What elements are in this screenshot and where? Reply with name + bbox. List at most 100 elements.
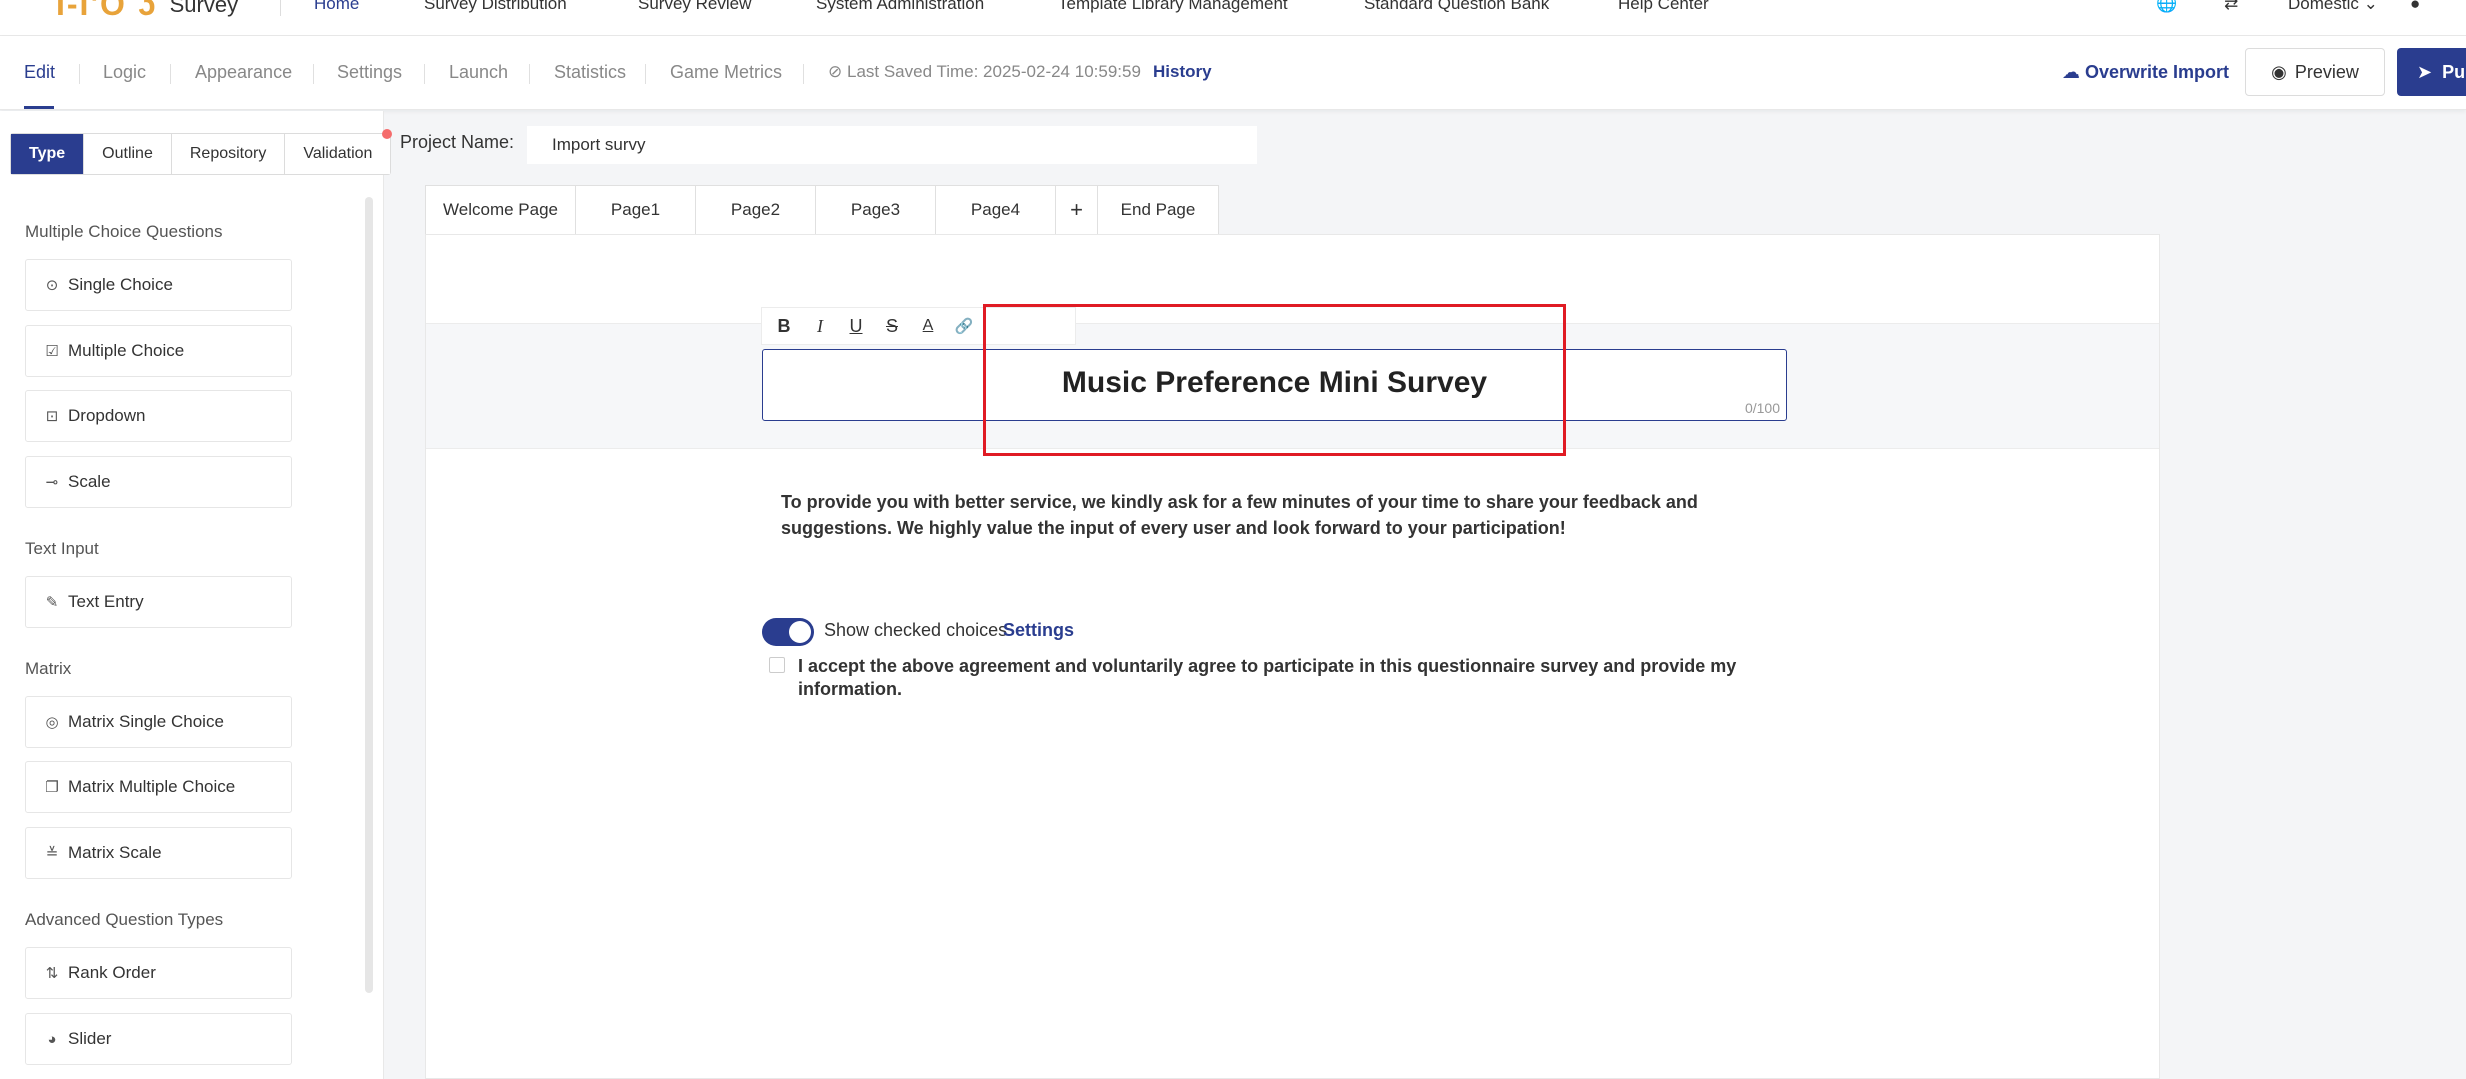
divider [313,64,314,84]
sidebar-item-text-entry[interactable]: ✎ Text Entry [25,576,292,628]
sidebar-item-label: Matrix Multiple Choice [68,777,236,796]
agreement-checkbox[interactable] [769,657,785,673]
preview-button[interactable]: ◉ Preview [2245,48,2385,96]
history-link[interactable]: History [1153,62,1212,82]
sidebar-tab-repository[interactable]: Repository [171,134,286,174]
group-title-multiple-choice: Multiple Choice Questions [25,222,223,241]
eye-icon: ◉ [2271,61,2287,82]
nav-system-administration[interactable]: System Administration [816,0,984,14]
sidebar-item-dropdown[interactable]: ⊡ Dropdown [25,390,292,442]
sidebar-item-single-choice[interactable]: ⊙ Single Choice [25,259,292,311]
region-select[interactable]: Domestic ⌄ [2288,0,2378,14]
sidebar-item-label: Scale [68,472,111,491]
project-name-input[interactable]: Import survy [527,126,1257,164]
tab-edit[interactable]: Edit [24,62,55,83]
logo-divider [280,0,281,16]
highlight-box [983,304,1566,456]
sidebar-item-label: Dropdown [68,406,146,425]
nav-survey-distribution[interactable]: Survey Distribution [424,0,567,14]
strikethrough-icon[interactable]: S [882,316,902,337]
sync-icon[interactable]: ⇄ [2224,0,2238,14]
tab-appearance[interactable]: Appearance [195,62,292,83]
italic-icon[interactable]: I [810,316,830,337]
page-tab-end[interactable]: End Page [1098,186,1218,235]
checkbox-icon: ☑ [45,343,59,360]
logo[interactable]: I-I'O ʖ Survey [56,0,238,23]
logo-mark: I-I'O ʖ [56,0,158,22]
tab-game-metrics[interactable]: Game Metrics [670,62,782,83]
group-title-text-input: Text Input [25,539,99,558]
divider [79,64,80,84]
nav-standard-question-bank[interactable]: Standard Question Bank [1364,0,1549,14]
pencil-icon: ✎ [45,594,59,611]
survey-description[interactable]: To provide you with better service, we k… [781,489,1701,541]
radio-icon: ⊙ [45,277,59,294]
send-icon: ➤ [2417,61,2433,82]
nav-help-center[interactable]: Help Center [1618,0,1709,14]
sidebar-item-matrix-scale[interactable]: ≚ Matrix Scale [25,827,292,879]
sidebar-tab-validation[interactable]: Validation [285,134,391,174]
top-navbar: I-I'O ʖ Survey Home Survey Distribution S… [0,0,2466,36]
toggle-knob [789,621,811,643]
bold-icon[interactable]: B [774,316,794,337]
sidebar-item-label: Matrix Scale [68,843,162,862]
divider [424,64,425,84]
sidebar-item-multiple-choice[interactable]: ☑ Multiple Choice [25,325,292,377]
sidebar-item-label: Rank Order [68,963,156,982]
underline-icon[interactable]: U [846,316,866,337]
publish-button[interactable]: ➤ Pu [2397,48,2466,96]
sidebar-item-label: Slider [68,1029,112,1048]
notification-dot [382,129,392,139]
group-title-matrix: Matrix [25,659,72,678]
overwrite-import-label: Overwrite Import [2085,62,2230,82]
avatar[interactable]: ● [2410,0,2420,14]
sidebar-scrollbar[interactable] [365,197,373,993]
overwrite-import-button[interactable]: ☁ Overwrite Import [2062,62,2229,83]
page-tabs: Welcome Page Page1 Page2 Page3 Page4 + E… [425,185,1219,235]
editor-toolbar: Edit Logic Appearance Settings Launch St… [0,36,2466,110]
title-char-counter: 0/100 [1744,400,1780,416]
sidebar-item-slider[interactable]: ◕ Slider [25,1013,292,1065]
link-icon[interactable]: 🔗 [954,317,974,335]
project-name-label: Project Name: [400,132,515,152]
add-page-button[interactable]: + [1056,186,1098,235]
divider [645,64,646,84]
sidebar-item-label: Matrix Single Choice [68,712,224,731]
tab-launch[interactable]: Launch [449,62,508,83]
region-label: Domestic [2288,0,2359,13]
show-checked-toggle[interactable] [762,618,814,646]
page-tab-page1[interactable]: Page1 [576,186,696,235]
slider-icon: ◕ [47,1030,57,1048]
agreement-text: I accept the above agreement and volunta… [798,656,1737,699]
sidebar-tabs: Type Outline Repository Validation [10,133,392,175]
page-tab-welcome[interactable]: Welcome Page [426,186,576,235]
nav-survey-review[interactable]: Survey Review [638,0,751,14]
sidebar-item-rank-order[interactable]: ⇅ Rank Order [25,947,292,999]
active-tab-indicator [24,106,54,109]
cloud-upload-icon: ☁ [2062,62,2080,82]
tab-logic[interactable]: Logic [103,62,146,83]
publish-label: Pu [2442,61,2466,82]
scale-icon: ⊸ [45,474,59,491]
sort-icon: ⇅ [45,965,59,982]
matrix-multiple-icon: ❐ [45,779,59,796]
language-icon[interactable]: 🌐 [2156,0,2177,14]
divider [170,64,171,84]
sidebar-item-matrix-multiple-choice[interactable]: ❐ Matrix Multiple Choice [25,761,292,813]
sidebar-item-matrix-single-choice[interactable]: ◎ Matrix Single Choice [25,696,292,748]
page-tab-page2[interactable]: Page2 [696,186,816,235]
group-title-advanced: Advanced Question Types [25,910,224,929]
sidebar-item-scale[interactable]: ⊸ Scale [25,456,292,508]
settings-link[interactable]: Settings [1003,620,1074,641]
font-color-icon[interactable]: A [918,317,938,335]
last-saved-status: ⊘ Last Saved Time: 2025-02-24 10:59:59 [828,62,1141,82]
sidebar-tab-outline[interactable]: Outline [84,134,172,174]
tab-settings[interactable]: Settings [337,62,402,83]
sidebar-tab-type[interactable]: Type [11,134,85,174]
nav-template-library[interactable]: Template Library Management [1058,0,1288,14]
divider [529,64,530,84]
page-tab-page3[interactable]: Page3 [816,186,936,235]
nav-home[interactable]: Home [314,0,359,14]
page-tab-page4[interactable]: Page4 [936,186,1056,235]
tab-statistics[interactable]: Statistics [554,62,626,83]
